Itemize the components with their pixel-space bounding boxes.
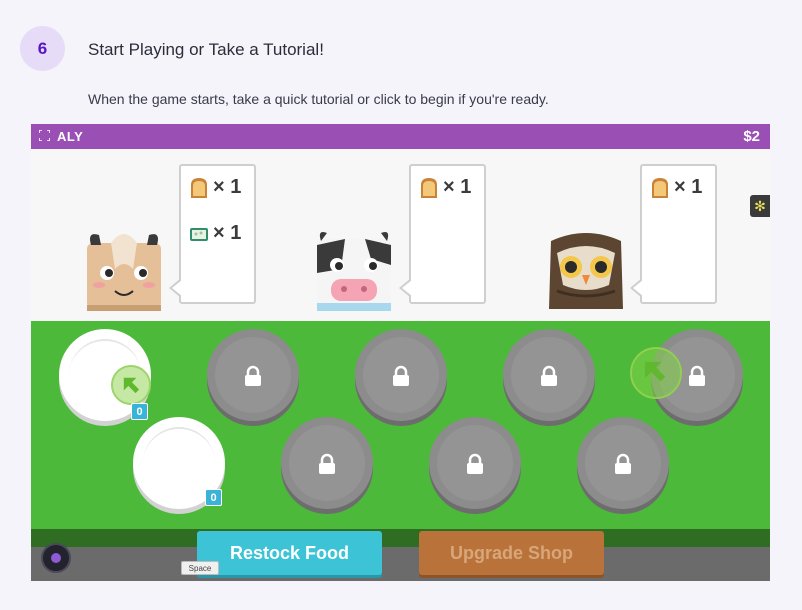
restock-food-button[interactable]: Restock Food: [197, 531, 382, 575]
upgrade-shop-button[interactable]: Upgrade Shop: [419, 531, 604, 575]
arrow-up-left-icon: [644, 361, 666, 382]
order-quantity: × 1: [674, 176, 703, 198]
lock-icon: [541, 365, 557, 386]
owl-order-bubble: × 1: [630, 164, 717, 304]
bubble-tail: [630, 278, 643, 298]
goat-customer[interactable]: [85, 229, 163, 311]
game-screenshot: ALY $2 × 1 × 1 × 1 × 1 ✻ 0 0 Restock Foo…: [31, 124, 770, 581]
bottom-strip: [31, 547, 770, 581]
customer-counter: × 1 × 1 × 1 × 1 ✻: [31, 149, 770, 321]
order-item: × 1: [650, 176, 702, 199]
toast-icon: [191, 177, 207, 198]
plate-count-badge: 0: [131, 403, 148, 420]
plate-locked[interactable]: [429, 417, 521, 509]
order-item: × 1: [419, 176, 471, 199]
order-item: × 1: [189, 222, 241, 245]
lock-icon: [319, 453, 335, 474]
order-quantity: × 1: [443, 176, 472, 198]
player-name: ALY: [57, 129, 84, 144]
lock-icon: [393, 365, 409, 386]
toast-icon: [421, 177, 437, 198]
lock-icon: [689, 365, 705, 386]
step-description: When the game starts, take a quick tutor…: [88, 91, 549, 107]
plate-unlocked[interactable]: 0: [133, 417, 225, 509]
bubble-tail: [399, 278, 412, 298]
space-key-hint: Space: [181, 561, 219, 575]
plate-rim: [143, 427, 215, 499]
plate-locked[interactable]: [503, 329, 595, 421]
toast-icon: [652, 177, 668, 198]
bubble-tail: [169, 278, 182, 298]
plate-locked[interactable]: [281, 417, 373, 509]
game-bottombar: Restock Food Space Upgrade Shop: [31, 529, 770, 581]
order-quantity: × 1: [213, 222, 242, 244]
lock-icon: [467, 453, 483, 474]
plate-unlocked[interactable]: 0: [59, 329, 151, 421]
power-orb-icon[interactable]: [41, 543, 71, 573]
settings-gear-icon[interactable]: ✻: [750, 195, 770, 217]
plate-field: 0 0: [31, 321, 770, 529]
order-item: × 1: [189, 176, 241, 199]
cow-order-bubble: × 1: [399, 164, 486, 304]
serve-arrow-icon[interactable]: [630, 347, 682, 399]
step-title: Start Playing or Take a Tutorial!: [88, 40, 324, 59]
cheese-icon: [190, 227, 208, 241]
plate-count-badge: 0: [205, 489, 222, 506]
lock-icon: [245, 365, 261, 386]
owl-customer[interactable]: [547, 229, 625, 311]
step-number-badge: 6: [20, 26, 65, 71]
arrow-up-left-icon: [123, 377, 140, 394]
fullscreen-icon[interactable]: [39, 130, 50, 141]
cow-customer[interactable]: [315, 229, 393, 311]
plate-locked[interactable]: [207, 329, 299, 421]
order-quantity: × 1: [213, 176, 242, 198]
serve-arrow-icon[interactable]: [111, 365, 151, 405]
goat-order-bubble: × 1 × 1: [169, 164, 256, 304]
lock-icon: [615, 453, 631, 474]
plate-locked[interactable]: [355, 329, 447, 421]
plate-locked[interactable]: [577, 417, 669, 509]
money-display: $2: [743, 128, 760, 145]
game-topbar: ALY $2: [31, 124, 770, 149]
